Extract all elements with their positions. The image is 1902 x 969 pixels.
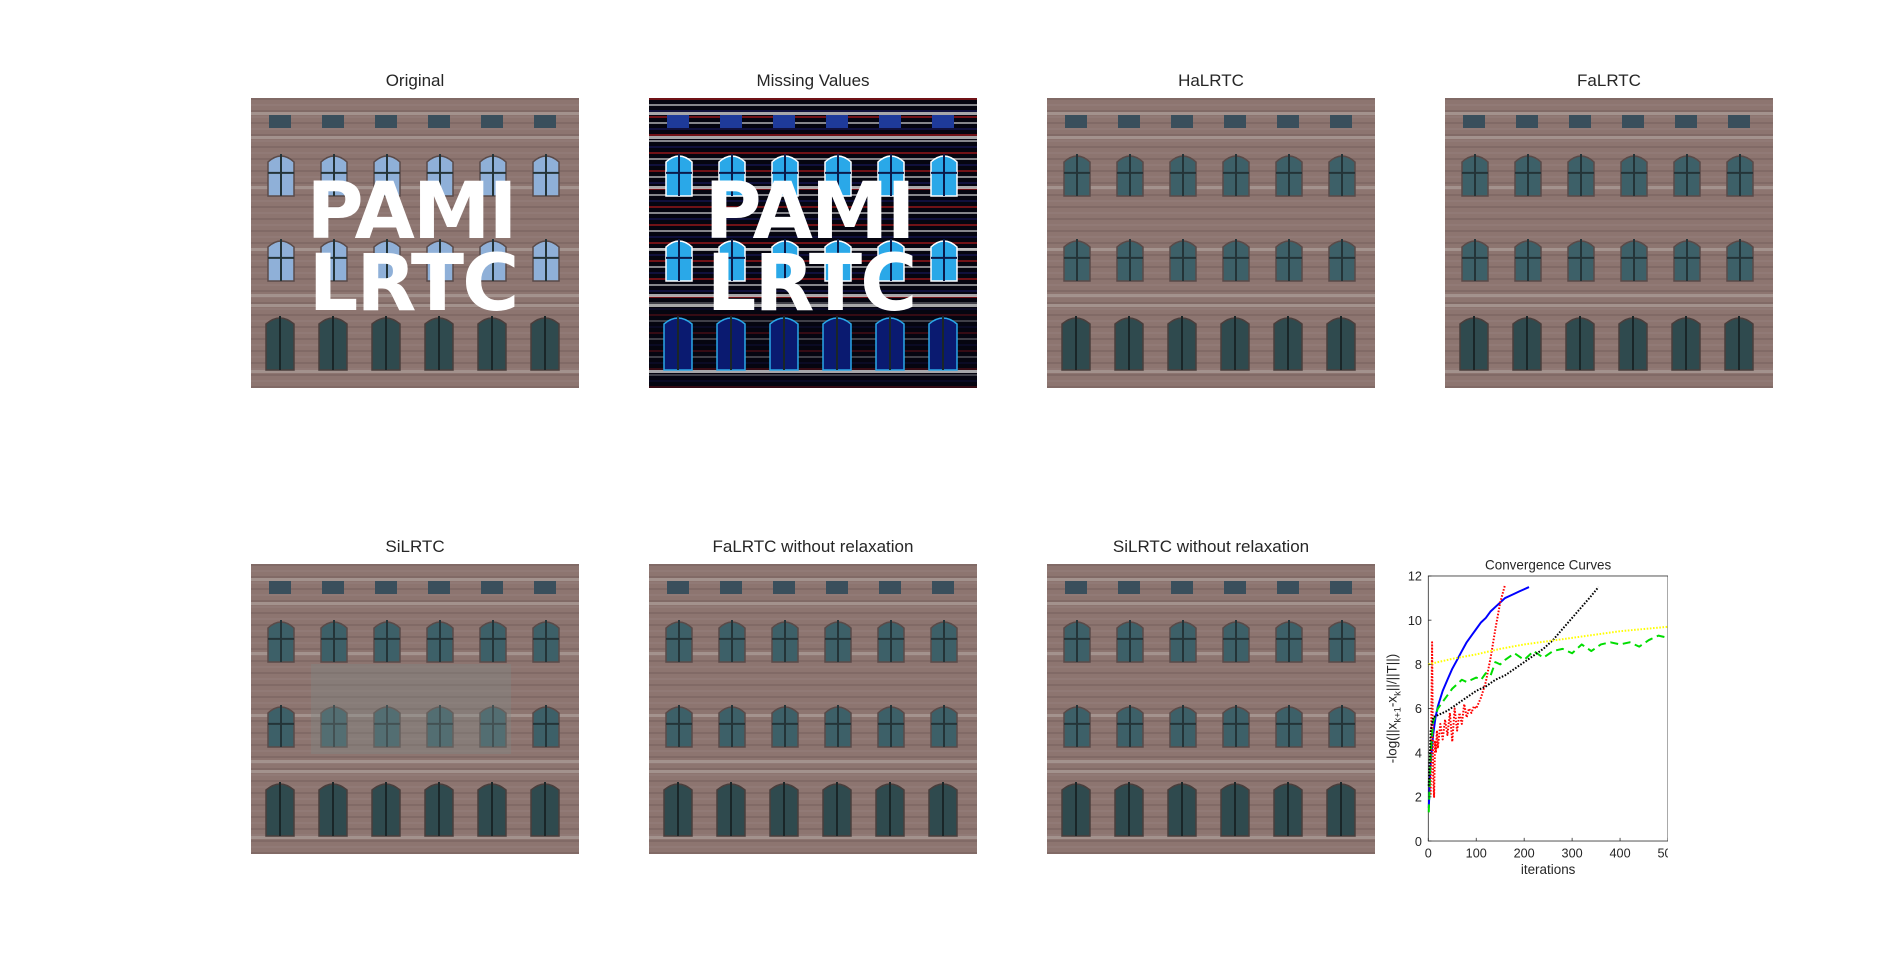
facade-image [251,564,579,854]
y-tick-label: 12 [1408,570,1422,584]
y-tick-label: 6 [1415,702,1422,716]
facade-svg [649,564,977,854]
facade-svg [1445,98,1773,388]
panel-title: FaLRTC [1577,71,1641,90]
x-axis-label: iterations [1521,862,1576,877]
chart-svg: 0 100 200 300 400 500 0 2 4 6 8 10 12 Convergence Cur… [1385,558,1668,877]
convergence-chart: 0 100 200 300 400 500 0 2 4 6 8 10 12 Convergence Cur… [1385,541,1748,877]
y-tick-label: 4 [1415,746,1422,760]
facade-svg [251,564,579,854]
panel-title: Missing Values [756,71,870,90]
facade-svg: PAMILRTC [649,98,977,388]
y-axis-label: -log(||xk+1-xk||/||T||) [1385,654,1404,763]
facade-image [1445,98,1773,388]
chart-title: Convergence Curves [1485,558,1612,573]
image-panel-falrtc-without-relaxation: FaLRTC without relaxation [649,537,977,854]
facade-svg [1047,564,1375,854]
facade-image [1047,98,1375,388]
x-tick-label: 500 [1657,847,1668,861]
facade-image: PAMI LRTC [649,98,977,388]
facade-svg [1047,98,1375,388]
x-tick-label: 400 [1610,847,1631,861]
x-tick-label: 300 [1562,847,1583,861]
panel-title: SiLRTC without relaxation [1112,537,1310,556]
facade-image [649,564,977,854]
x-tick-label: 100 [1466,847,1487,861]
x-tick-label: 0 [1425,847,1432,861]
overlay-text-line2: LRTC [309,239,518,329]
facade-image: PAMI LRTC [251,98,579,388]
panel-title: SiLRTC [385,537,445,556]
y-tick-label: 2 [1415,791,1422,805]
y-tick-label: 10 [1408,614,1422,628]
image-panel-silrtc: SiLRTC [251,537,579,854]
facade-svg: PAMILRTC [251,98,579,388]
y-tick-label: 0 [1415,835,1422,849]
panel-title: Original [385,71,445,90]
image-panel-missing-values: Missing Values PAMI LRTC [649,71,977,388]
image-panel-falrtc: FaLRTC [1445,71,1773,388]
image-panel-halrtc: HaLRTC [1047,71,1375,388]
image-panel-original: Original PAMI LRTC [251,71,579,388]
panel-title: FaLRTC without relaxation [712,537,914,556]
y-tick-label: 8 [1415,658,1422,672]
panel-title: HaLRTC [1178,71,1244,90]
facade-image [1047,564,1375,854]
x-tick-label: 200 [1514,847,1535,861]
overlay-text-line2: LRTC [707,239,916,329]
image-panel-silrtc-without-relaxation: SiLRTC without relaxation [1047,537,1375,854]
